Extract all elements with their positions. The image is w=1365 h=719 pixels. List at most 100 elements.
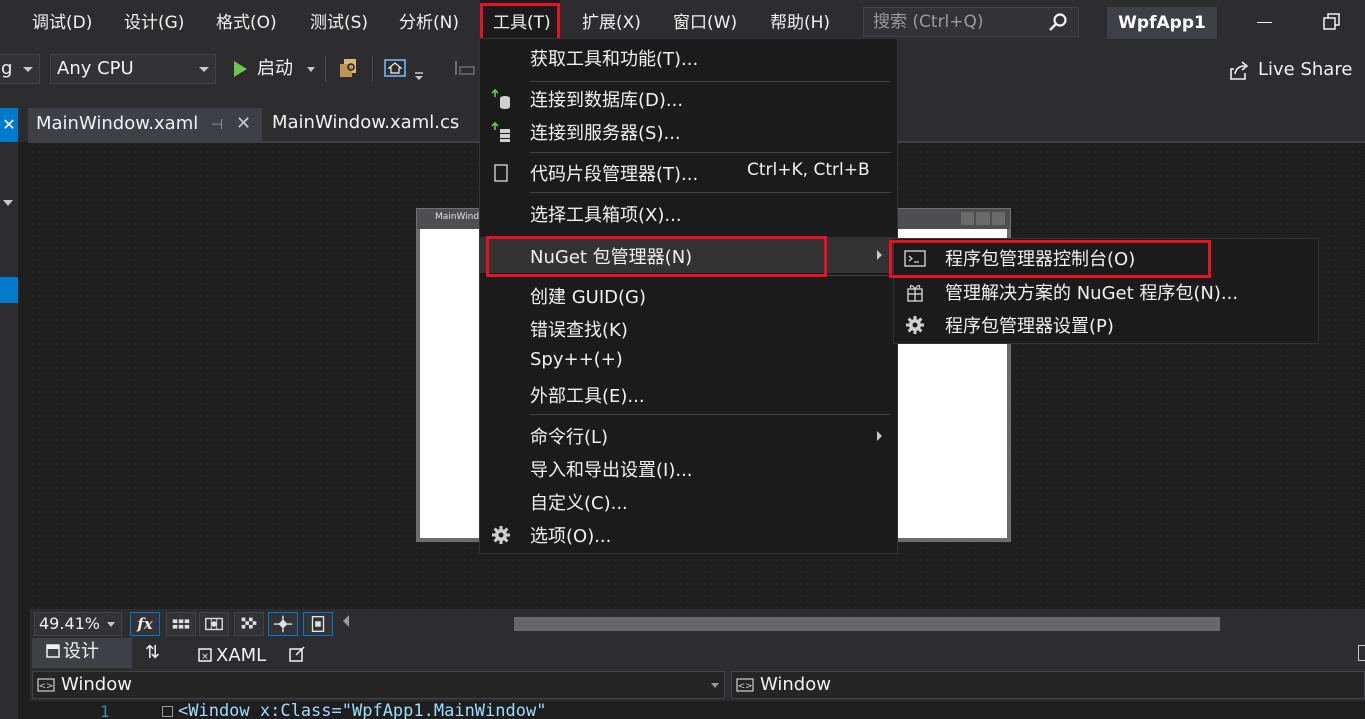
platform-value: Any CPU (57, 58, 134, 79)
platform-combo[interactable]: Any CPU (50, 54, 216, 84)
svg-text:×: × (201, 652, 209, 662)
tab-xaml-label: XAML (216, 645, 267, 666)
search-input[interactable]: 搜索 (Ctrl+Q) (863, 7, 1079, 37)
member-nav-combo[interactable]: <> Window (731, 671, 1365, 699)
menu-design[interactable]: 设计(G) (124, 8, 184, 38)
chevron-down-icon (711, 683, 719, 688)
highlight-nuget-item (486, 236, 827, 277)
element-nav-value: Window (61, 674, 132, 695)
left-strip-selected-item[interactable] (0, 277, 18, 303)
menu-item-label: 创建 GUID(G) (530, 287, 647, 308)
snap-to-lines-icon[interactable] (268, 612, 298, 636)
line-number: 1 (100, 702, 110, 719)
solution-name-badge: WpfApp1 (1107, 7, 1217, 39)
device-icon[interactable] (303, 612, 333, 636)
menu-item-package-manager-settings[interactable]: 程序包管理器设置(P) (894, 309, 1318, 342)
menu-item-label: 连接到服务器(S)... (530, 123, 681, 144)
menu-item-label: 代码片段管理器(T)... (530, 164, 699, 185)
overflow-icon[interactable] (410, 55, 428, 81)
gear-icon (492, 526, 510, 544)
svg-text:<>: <> (737, 682, 752, 692)
tab-design[interactable]: 设计 (32, 638, 132, 668)
xaml-view-icon: × (198, 648, 212, 662)
left-strip-dropdown[interactable] (0, 188, 18, 218)
highlight-tools-menu (480, 3, 560, 43)
menu-item-command-line[interactable]: 命令行(L) (480, 419, 897, 452)
configuration-combo[interactable]: g (0, 54, 40, 84)
menu-item-label: 程序包管理器设置(P) (945, 316, 1114, 337)
menu-item-label: 导入和导出设置(I)... (530, 460, 693, 481)
menu-format[interactable]: 格式(O) (216, 8, 277, 38)
menu-item-connect-server[interactable]: 连接到服务器(S)... (480, 115, 897, 148)
menu-item-toolbox-items[interactable]: 选择工具箱项(X)... (480, 197, 897, 230)
menu-window[interactable]: 窗口(W) (673, 8, 737, 38)
menu-separator (530, 152, 891, 153)
menu-item-manage-nuget-packages[interactable]: 管理解决方案的 NuGet 程序包(N)... (894, 276, 1318, 309)
menu-item-error-lookup[interactable]: 错误查找(K) (480, 312, 897, 345)
search-icon (1049, 13, 1067, 31)
checkerboard-icon[interactable] (234, 612, 264, 636)
restore-button[interactable] (1320, 10, 1344, 34)
menu-item-label: 连接到数据库(D)... (530, 90, 684, 111)
chevron-down-icon (3, 200, 13, 206)
start-button[interactable]: 启动 (228, 53, 315, 85)
popout-icon[interactable] (288, 645, 306, 663)
menu-item-label: 外部工具(E)... (530, 386, 645, 407)
menu-item-import-export[interactable]: 导入和导出设置(I)... (480, 452, 897, 485)
window-preview-title: MainWindo (435, 212, 485, 222)
tab-xaml[interactable]: × XAML (198, 642, 266, 670)
menu-item-customize[interactable]: 自定义(C)... (480, 485, 897, 518)
menu-item-shortcut: Ctrl+K, Ctrl+B (747, 160, 870, 180)
menu-item-get-tools[interactable]: 获取工具和功能(T)... (480, 41, 897, 74)
menu-item-label: 命令行(L) (530, 427, 609, 448)
menu-item-label: 自定义(C)... (530, 493, 628, 514)
start-label: 启动 (257, 58, 293, 79)
close-icon[interactable]: ✕ (0, 108, 18, 142)
menu-item-code-snippets[interactable]: 代码片段管理器(T)... Ctrl+K, Ctrl+B (480, 156, 897, 189)
design-view-icon (46, 644, 60, 658)
tab-label: MainWindow.xaml.cs (272, 112, 460, 133)
pin-icon[interactable]: ⊣ (211, 117, 223, 133)
code-line: <Window x:Class="WpfApp1.MainWindow" (178, 701, 547, 719)
grid-icon[interactable] (166, 612, 196, 636)
live-share-button[interactable]: Live Share (1228, 55, 1352, 85)
minimize-button[interactable] (1255, 10, 1275, 34)
indent-icon[interactable] (452, 55, 478, 81)
live-share-label: Live Share (1258, 59, 1353, 80)
home-window-icon[interactable] (382, 55, 408, 81)
menu-item-spy[interactable]: Spy++(+) (480, 345, 897, 378)
window-preview-caption-buttons (961, 212, 1005, 225)
horizontal-scrollbar-thumb[interactable] (514, 617, 1220, 631)
xaml-element-icon: <> (736, 678, 754, 692)
toolbar-separator (325, 56, 326, 82)
close-icon[interactable]: ✕ (236, 113, 251, 134)
menu-help[interactable]: 帮助(H) (770, 8, 830, 38)
menu-extensions[interactable]: 扩展(X) (582, 8, 641, 38)
share-icon (1230, 61, 1249, 80)
collapse-pane-icon[interactable] (1358, 645, 1365, 661)
snap-grid-icon[interactable] (199, 612, 229, 636)
menu-separator (530, 414, 891, 415)
menu-test[interactable]: 测试(S) (310, 8, 368, 38)
member-nav-value: Window (760, 674, 831, 695)
chevron-down-icon (306, 66, 315, 72)
tab-mainwindow-xaml[interactable]: MainWindow.xaml ⊣ ✕ (28, 108, 262, 142)
find-in-files-icon[interactable] (336, 55, 362, 81)
menu-debug[interactable]: 调试(D) (32, 8, 92, 38)
collapse-region-icon[interactable] (162, 706, 173, 717)
tools-dropdown-menu: 获取工具和功能(T)... 连接到数据库(D)... 连接到服务器(S)... … (479, 38, 898, 554)
menu-item-label: 错误查找(K) (530, 320, 628, 341)
swap-panes-button[interactable]: ⇅ (145, 640, 160, 666)
menu-analyze[interactable]: 分析(N) (399, 8, 459, 38)
zoom-combo[interactable]: 49.41% (34, 612, 122, 636)
menu-item-options[interactable]: 选项(O)... (480, 518, 897, 551)
formula-button[interactable]: fx (130, 612, 160, 636)
menu-item-external-tools[interactable]: 外部工具(E)... (480, 378, 897, 411)
chevron-right-icon (877, 431, 882, 441)
menu-item-connect-database[interactable]: 连接到数据库(D)... (480, 82, 897, 115)
menu-item-create-guid[interactable]: 创建 GUID(G) (480, 279, 897, 312)
element-nav-combo[interactable]: <> Window (32, 671, 725, 699)
chevron-right-icon (877, 250, 882, 260)
chevron-down-icon (23, 67, 33, 72)
scroll-left-icon[interactable] (343, 615, 349, 627)
